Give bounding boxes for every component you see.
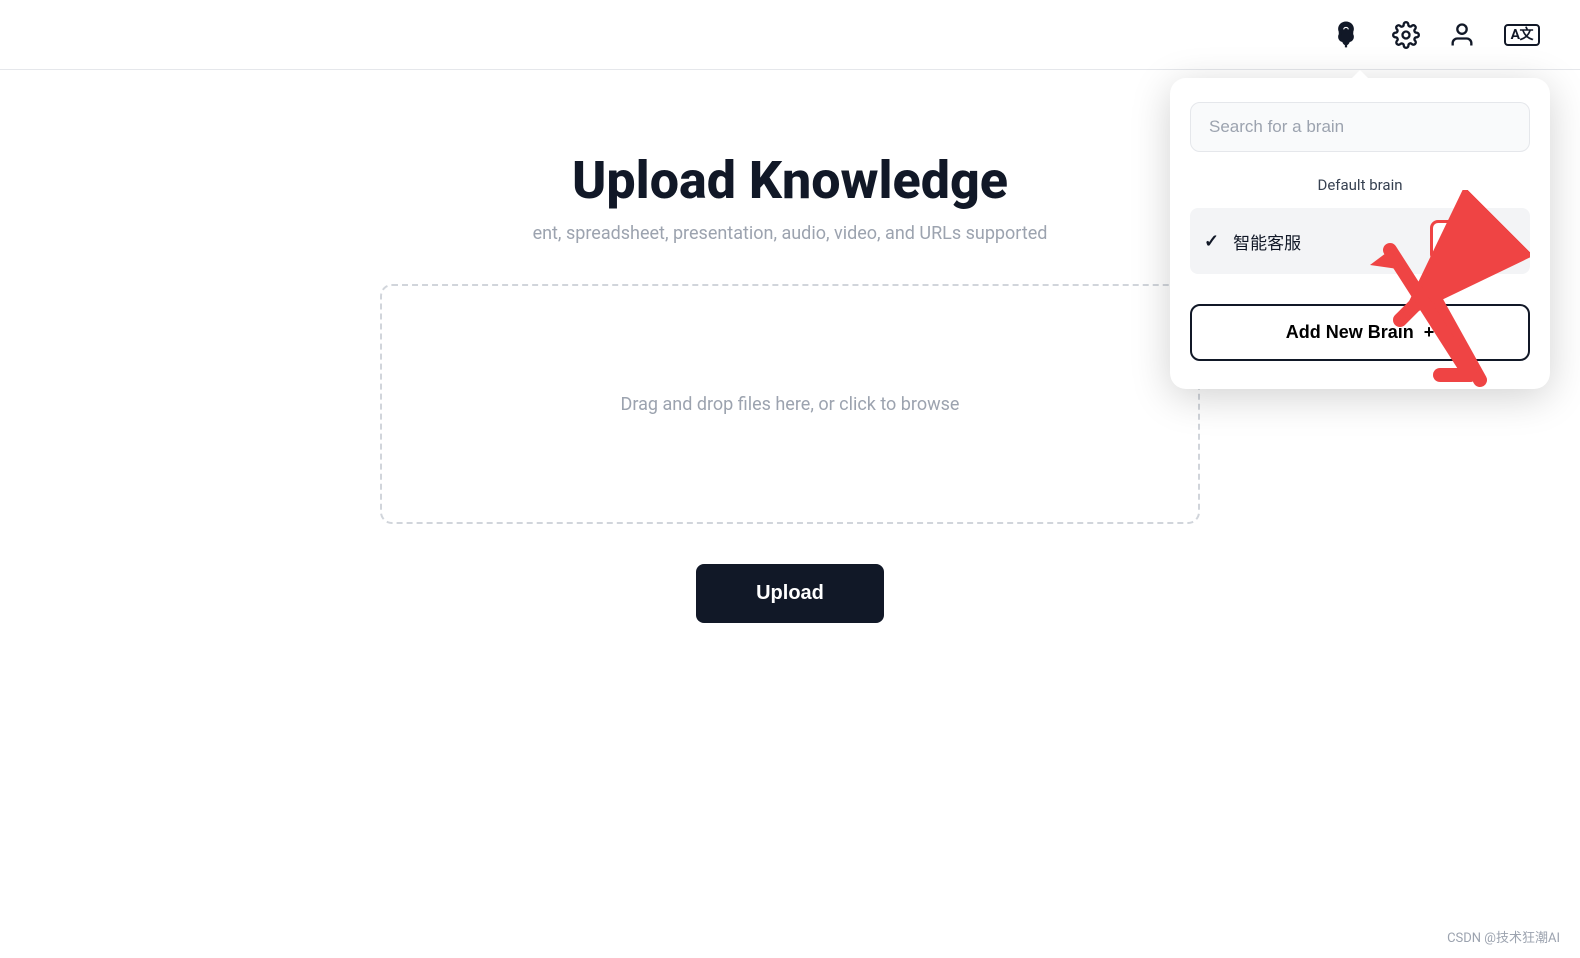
upload-button[interactable]: Upload [696, 564, 884, 623]
page-title: Upload Knowledge [572, 150, 1008, 211]
default-brain-label: Default brain [1190, 176, 1530, 194]
search-brain-input[interactable] [1190, 102, 1530, 152]
brain-list-item[interactable]: ✓ 智能客服 [1190, 208, 1530, 274]
gear-icon[interactable] [1392, 21, 1420, 49]
add-brain-label: Add New Brain [1286, 322, 1414, 343]
user-icon[interactable] [1448, 21, 1476, 49]
brain-item-name: 智能客服 [1233, 229, 1430, 254]
brain-dropdown-panel: Default brain ✓ 智能客服 Add New Brain [1170, 78, 1550, 389]
drop-zone[interactable]: Drag and drop files here, or click to br… [380, 284, 1200, 524]
search-container [1190, 102, 1530, 152]
add-new-brain-button[interactable]: Add New Brain + [1190, 304, 1530, 361]
navbar: A文 [0, 0, 1580, 70]
share-brain-button[interactable] [1430, 220, 1472, 262]
add-brain-plus-icon: + [1424, 322, 1435, 343]
delete-brain-button[interactable] [1480, 223, 1516, 259]
translate-icon[interactable]: A文 [1504, 24, 1540, 46]
page-subtitle: ent, spreadsheet, presentation, audio, v… [533, 223, 1048, 244]
drop-zone-text: Drag and drop files here, or click to br… [621, 394, 960, 415]
brain-icon[interactable] [1328, 17, 1364, 53]
brain-selected-check: ✓ [1204, 231, 1219, 252]
watermark: CSDN @技术狂潮AI [1447, 927, 1560, 946]
